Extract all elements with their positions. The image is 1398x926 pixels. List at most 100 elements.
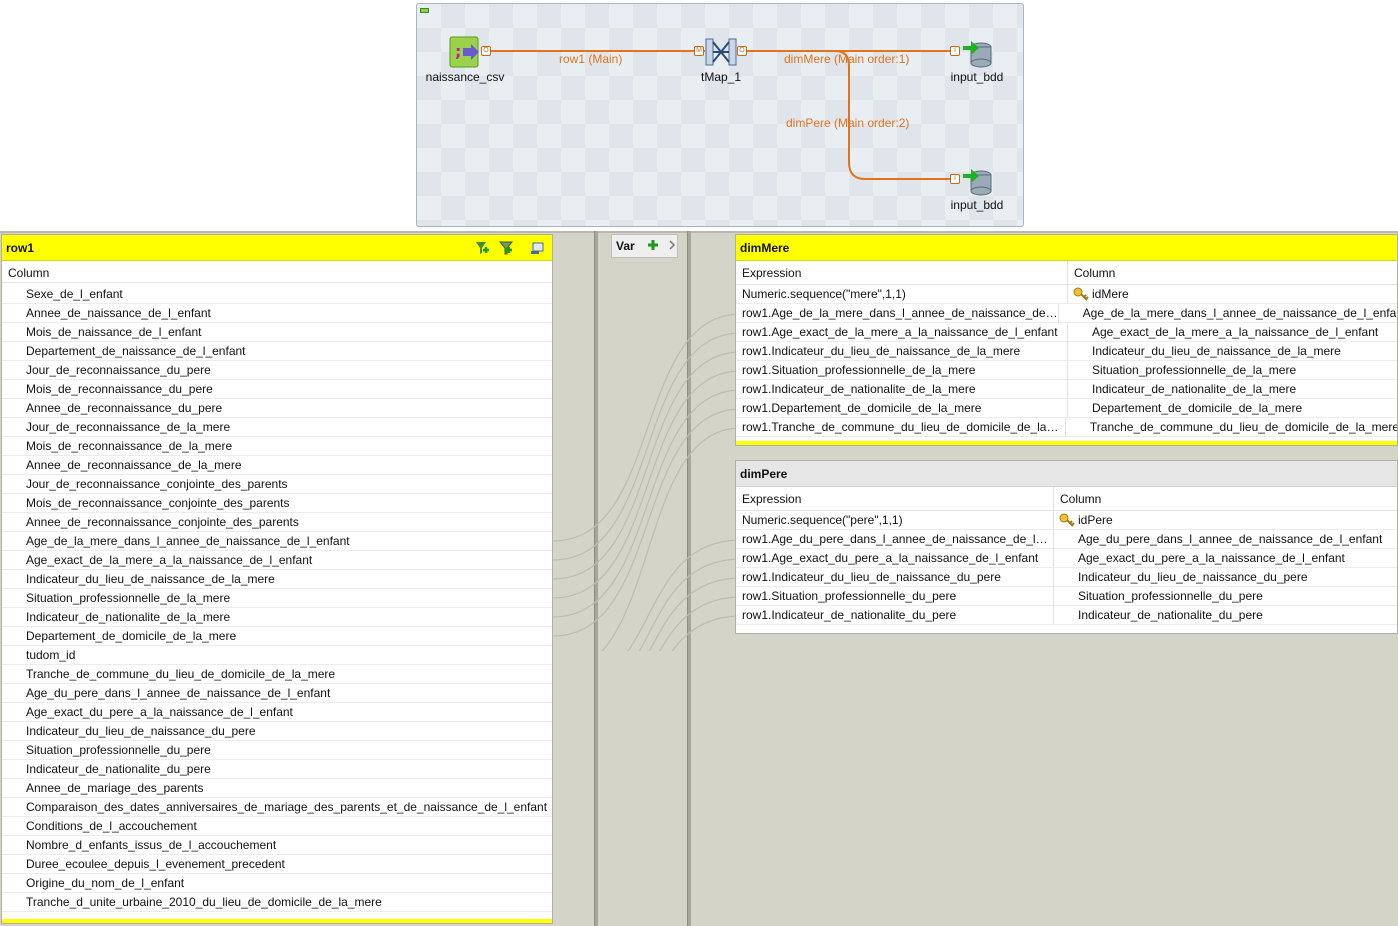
column-cell[interactable]: Tranche_de_commune_du_lieu_de_domicile_d… [1066,418,1397,436]
table-row[interactable]: Jour_de_reconnaissance_du_pere [2,361,552,380]
table-row[interactable]: Age_de_la_mere_dans_l_annee_de_naissance… [2,532,552,551]
table-row[interactable]: Sexe_de_l_enfant [2,285,552,304]
column-cell[interactable]: Indicateur_du_lieu_de_naissance_du_pere [1054,568,1308,586]
expression-cell[interactable]: row1.Indicateur_du_lieu_de_naissance_du_… [736,568,1054,586]
expression-cell[interactable]: row1.Tranche_de_commune_du_lieu_de_domic… [736,418,1066,436]
expression-cell[interactable]: row1.Departement_de_domicile_de_la_mere [736,399,1068,417]
table-row[interactable]: row1.Indicateur_de_nationalite_du_pere In… [736,606,1397,625]
add-filter-icon[interactable] [474,240,490,256]
chevron-right-icon[interactable] [668,239,676,251]
table-row[interactable]: Mois_de_reconnaissance_de_la_mere [2,437,552,456]
table-row[interactable]: Origine_du_nom_de_l_enfant [2,874,552,893]
column-cell[interactable]: Indicateur_de_nationalite_de_la_mere [1068,380,1296,398]
expression-cell[interactable]: row1.Age_exact_de_la_mere_a_la_naissance… [736,323,1068,341]
table-row[interactable]: Age_du_pere_dans_l_annee_de_naissance_de… [2,684,552,703]
table-row[interactable]: Mois_de_reconnaissance_du_pere [2,380,552,399]
component-naissance-csv[interactable]: ; naissance_csv [426,36,504,84]
column-name: Annee_de_naissance_de_l_enfant [26,306,211,320]
expression-cell[interactable]: Numeric.sequence("mere",1,1) [736,285,1068,303]
column-name: Age_du_pere_dans_l_annee_de_naissance_de… [1078,532,1383,546]
table-row[interactable]: Annee_de_naissance_de_l_enfant [2,304,552,323]
table-row[interactable]: row1.Indicateur_de_nationalite_de_la_mer… [736,380,1397,399]
table-row[interactable]: Situation_professionnelle_du_pere [2,741,552,760]
table-row[interactable]: Annee_de_mariage_des_parents [2,779,552,798]
table-row[interactable]: tudom_id [2,646,552,665]
port-in-output-2[interactable]: I [950,174,960,184]
expression-cell[interactable]: row1.Indicateur_du_lieu_de_naissance_de_… [736,342,1068,360]
job-designer-canvas[interactable]: ; naissance_csv O M tMap_1 O I input_bdd… [416,3,1024,227]
table-row[interactable]: Tranche_de_commune_du_lieu_de_domicile_d… [2,665,552,684]
component-input-bdd-1[interactable]: input_bdd [951,36,1003,84]
table-row[interactable]: Numeric.sequence("pere",1,1) idPere [736,511,1397,530]
table-row[interactable]: Departement_de_domicile_de_la_mere [2,627,552,646]
table-row[interactable]: Indicateur_du_lieu_de_naissance_de_la_me… [2,570,552,589]
column-name: idPere [1078,513,1113,527]
table-row[interactable]: row1.Indicateur_du_lieu_de_naissance_du_… [736,568,1397,587]
column-cell[interactable]: Age_exact_de_la_mere_a_la_naissance_de_l… [1068,323,1378,341]
table-row[interactable]: row1.Age_exact_de_la_mere_a_la_naissance… [736,323,1397,342]
output-table-title: dimPere [740,467,788,481]
component-input-bdd-2[interactable]: input_bdd [951,164,1003,212]
table-row[interactable]: Departement_de_naissance_de_l_enfant [2,342,552,361]
column-cell[interactable]: Age_exact_du_pere_a_la_naissance_de_l_en… [1054,549,1345,567]
column-cell[interactable]: Age_de_la_mere_dans_l_annee_de_naissance… [1059,304,1397,322]
expression-cell[interactable]: Numeric.sequence("pere",1,1) [736,511,1054,529]
table-row[interactable]: Indicateur_de_nationalite_du_pere [2,760,552,779]
table-row[interactable]: Mois_de_reconnaissance_conjointe_des_par… [2,494,552,513]
table-row[interactable]: Tranche_d_unite_urbaine_2010_du_lieu_de_… [2,893,552,912]
expression-cell[interactable]: row1.Situation_professionnelle_de_la_mer… [736,361,1068,379]
column-cell[interactable]: Situation_professionnelle_de_la_mere [1068,361,1296,379]
table-row[interactable]: Indicateur_du_lieu_de_naissance_du_pere [2,722,552,741]
column-cell[interactable]: Situation_professionnelle_du_pere [1054,587,1263,605]
expression-cell[interactable]: row1.Indicateur_de_nationalite_du_pere [736,606,1054,624]
table-row[interactable]: Mois_de_naissance_de_l_enfant [2,323,552,342]
link-label-dimpere[interactable]: dimPere (Main order:2) [786,116,909,130]
table-row[interactable]: Jour_de_reconnaissance_de_la_mere [2,418,552,437]
minimize-icon[interactable] [530,240,546,256]
link-label-dimmere[interactable]: dimMere (Main order:1) [784,52,909,66]
add-variable-icon[interactable] [646,238,660,252]
column-cell[interactable]: idMere [1068,285,1129,303]
filter-icon[interactable] [498,240,514,256]
expression-cell[interactable]: row1.Situation_professionnelle_du_pere [736,587,1054,605]
expression-cell[interactable]: row1.Indicateur_de_nationalite_de_la_mer… [736,380,1068,398]
table-row[interactable]: Jour_de_reconnaissance_conjointe_des_par… [2,475,552,494]
port-in-output-1[interactable]: I [950,46,960,56]
column-cell[interactable]: Age_du_pere_dans_l_annee_de_naissance_de… [1054,530,1382,548]
expression-cell[interactable]: row1.Age_du_pere_dans_l_annee_de_naissan… [736,530,1054,548]
column-cell[interactable]: Indicateur_de_nationalite_du_pere [1054,606,1263,624]
table-row[interactable]: row1.Situation_professionnelle_du_pere Si… [736,587,1397,606]
link-label-row1[interactable]: row1 (Main) [559,52,622,66]
port-out-csv[interactable]: O [481,46,491,56]
table-row[interactable]: Annee_de_reconnaissance_conjointe_des_pa… [2,513,552,532]
column-cell[interactable]: Departement_de_domicile_de_la_mere [1068,399,1302,417]
table-row[interactable]: Annee_de_reconnaissance_du_pere [2,399,552,418]
table-row[interactable]: row1.Departement_de_domicile_de_la_mere D… [736,399,1397,418]
table-row[interactable]: Age_exact_du_pere_a_la_naissance_de_l_en… [2,703,552,722]
table-row[interactable]: Situation_professionnelle_de_la_mere [2,589,552,608]
mapping-curve [627,539,742,651]
table-row[interactable]: Numeric.sequence("mere",1,1) idMere [736,285,1397,304]
expression-cell[interactable]: row1.Age_de_la_mere_dans_l_annee_de_nais… [736,304,1059,322]
component-tmap[interactable]: tMap_1 [701,36,741,84]
table-row[interactable]: Duree_ecoulee_depuis_l_evenement_precede… [2,855,552,874]
table-row[interactable]: row1.Age_de_la_mere_dans_l_annee_de_nais… [736,304,1397,323]
column-cell[interactable]: idPere [1054,511,1113,529]
table-row[interactable]: Age_exact_de_la_mere_a_la_naissance_de_l… [2,551,552,570]
expression-cell[interactable]: row1.Age_exact_du_pere_a_la_naissance_de… [736,549,1054,567]
table-row[interactable]: Indicateur_de_nationalite_de_la_mere [2,608,552,627]
table-row[interactable]: row1.Tranche_de_commune_du_lieu_de_domic… [736,418,1397,437]
port-in-tmap[interactable]: M [694,46,704,56]
table-row[interactable]: row1.Indicateur_du_lieu_de_naissance_de_… [736,342,1397,361]
table-row[interactable]: Annee_de_reconnaissance_de_la_mere [2,456,552,475]
table-row[interactable]: row1.Age_du_pere_dans_l_annee_de_naissan… [736,530,1397,549]
port-out-tmap[interactable]: O [737,46,747,56]
table-row[interactable]: row1.Situation_professionnelle_de_la_mer… [736,361,1397,380]
table-row[interactable]: Comparaison_des_dates_anniversaires_de_m… [2,798,552,817]
column-cell[interactable]: Indicateur_du_lieu_de_naissance_de_la_me… [1068,342,1341,360]
table-row[interactable]: row1.Age_exact_du_pere_a_la_naissance_de… [736,549,1397,568]
table-row[interactable]: Conditions_de_l_accouchement [2,817,552,836]
table-row[interactable]: Nombre_d_enfants_issus_de_l_accouchement [2,836,552,855]
column-name: Situation_professionnelle_du_pere [26,743,211,757]
mapping-curve [553,351,742,580]
